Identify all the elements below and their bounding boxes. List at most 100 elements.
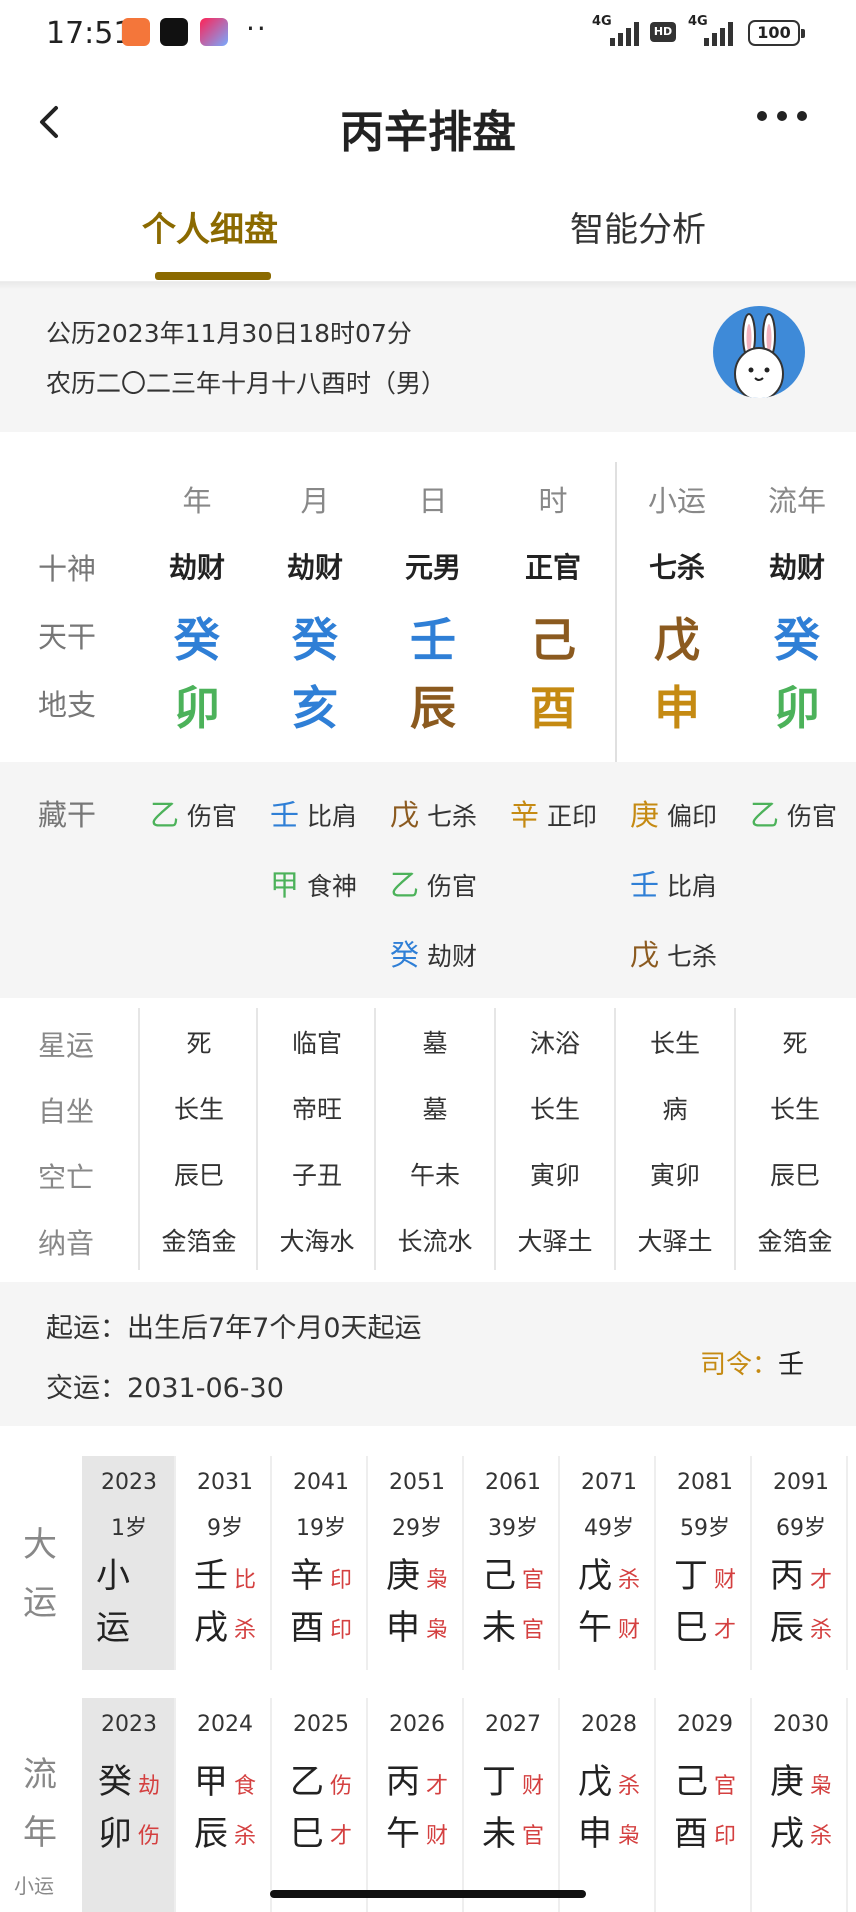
row-label-canggan: 藏干	[38, 798, 97, 832]
header-day: 日	[418, 484, 448, 518]
detail-value: 墓	[422, 1029, 448, 1058]
rabbit-avatar-icon[interactable]	[713, 306, 805, 398]
tiangan-year: 癸	[174, 613, 220, 667]
hidden-god: 七杀	[427, 802, 478, 831]
hidden-god: 伤官	[427, 872, 478, 901]
dayun-year: 2061	[485, 1470, 541, 1495]
hidden-stem-item: 乙伤官	[390, 862, 477, 904]
qiyun-start: 起运：出生后7年7个月0天起运	[46, 1313, 422, 1344]
hidden-stem: 癸	[390, 938, 420, 972]
signal-icon-2	[704, 20, 733, 46]
liunian-zhi-god: 财	[426, 1824, 449, 1849]
dayun-cell[interactable]: 2061 39岁己官未官	[466, 1456, 560, 1672]
dayun-zhi: 辰	[770, 1608, 804, 1648]
dayun-zhi: 申	[386, 1608, 420, 1648]
home-indicator[interactable]	[270, 1890, 586, 1898]
tab-personal-chart[interactable]: 个人细盘	[142, 202, 278, 251]
liunian-cell[interactable]: 2028 戊杀申枭	[562, 1698, 656, 1912]
dayun-cell[interactable]: 2031 9岁壬比戌杀	[178, 1456, 272, 1672]
detail-value: 沐浴	[529, 1029, 580, 1058]
dayun-cell[interactable]: 2071 49岁戊杀午财	[562, 1456, 656, 1672]
liunian-cell[interactable]: 2027 丁财未官	[466, 1698, 560, 1912]
liunian-zhi-god: 杀	[810, 1824, 833, 1849]
tiangan-liunian: 癸	[774, 613, 820, 667]
hidden-stem: 乙	[750, 798, 780, 832]
dayun-zhi-god: 印	[330, 1618, 353, 1643]
hidden-god: 伤官	[787, 802, 838, 831]
dayun-cell[interactable]: 2081 59岁丁财巳才	[658, 1456, 752, 1672]
tab-bar: 个人细盘 智能分析	[0, 190, 856, 282]
dayun-year: 2081	[677, 1470, 733, 1495]
liunian-year: 2026	[389, 1712, 445, 1737]
detail-value: 子丑	[291, 1161, 342, 1190]
liunian-cell[interactable]: 2029 己官酉印	[658, 1698, 752, 1912]
dayun-gan-god: 杀	[618, 1568, 641, 1593]
liunian-zhi: 未	[482, 1814, 516, 1854]
liunian-gan-god: 杀	[618, 1774, 641, 1799]
more-notifications-icon: ··	[246, 12, 268, 45]
liunian-cell[interactable]: 2025 乙伤巳才	[274, 1698, 368, 1912]
dayun-gan: 壬	[194, 1556, 228, 1596]
dayun-zhi-god: 官	[522, 1618, 545, 1643]
dayun-gan-god: 财	[714, 1568, 737, 1593]
liunian-gan: 己	[674, 1762, 708, 1802]
liunian-gan-god: 伤	[330, 1774, 353, 1799]
liunian-year: 2023	[101, 1712, 157, 1737]
detail-value: 辰巳	[769, 1161, 820, 1190]
header-xiaoyun: 小运	[647, 484, 706, 518]
liunian-cell[interactable]: 2024 甲食辰杀	[178, 1698, 272, 1912]
detail-value: 长生	[769, 1095, 820, 1124]
header-year: 年	[182, 484, 212, 518]
detail-value: 大驿土	[517, 1227, 593, 1256]
tab-smart-analysis[interactable]: 智能分析	[570, 202, 706, 251]
liunian-cell[interactable]: 2023 癸劫卯伤	[82, 1698, 176, 1912]
hidden-stem: 壬	[630, 868, 660, 902]
battery-icon: 100	[748, 20, 805, 46]
video-app-icon	[200, 18, 228, 46]
hidden-stem: 庚	[630, 798, 660, 832]
dayun-zhi: 午	[578, 1608, 612, 1648]
shishen-month: 劫财	[286, 551, 343, 584]
liunian-cell[interactable]: 2026 丙才午财	[370, 1698, 464, 1912]
liunian-zhi: 卯	[98, 1814, 132, 1854]
hidden-god: 伤官	[187, 802, 238, 831]
liunian-label-2: 年	[23, 1813, 57, 1853]
liunian-label: 流 年	[20, 1746, 60, 1862]
dayun-gan: 己	[482, 1556, 516, 1596]
dayun-gan-god: 才	[810, 1568, 833, 1593]
liunian-cell[interactable]: 2030 庚枭戌杀	[754, 1698, 848, 1912]
detail-value: 死	[186, 1029, 212, 1058]
dayun-cell-xiaoyun[interactable]: 2023 1岁 小 运	[82, 1456, 176, 1672]
hidden-stem: 戊	[630, 938, 660, 972]
hidden-stem: 辛	[510, 798, 540, 832]
nav-bar: 丙辛排盘	[0, 80, 856, 170]
network-4g-label: 4G	[592, 14, 612, 29]
details-column-year: 死 长生 辰巳 金箔金	[138, 1008, 256, 1270]
dizhi-liunian: 卯	[774, 681, 820, 735]
details-column-liunian: 死 长生 辰巳 金箔金	[734, 1008, 852, 1270]
liunian-year: 2024	[197, 1712, 253, 1737]
hidden-stem-item: 庚偏印	[630, 792, 717, 834]
liunian-year: 2028	[581, 1712, 637, 1737]
liunian-year: 2025	[293, 1712, 349, 1737]
dayun-age: 39岁	[488, 1516, 538, 1541]
details-column-hour: 沐浴 长生 寅卯 大驿土	[494, 1008, 612, 1270]
divider	[615, 462, 617, 764]
detail-value: 病	[662, 1095, 688, 1124]
dayun-cell[interactable]: 2091 69岁丙才辰杀	[754, 1456, 848, 1672]
header-month: 月	[300, 484, 330, 518]
dayun-cell[interactable]: 2051 29岁庚枭申枭	[370, 1456, 464, 1672]
liunian-year: 2029	[677, 1712, 733, 1737]
siling-label: 司令：	[700, 1350, 779, 1380]
liunian-gan-god: 枭	[810, 1774, 833, 1799]
divider	[0, 282, 856, 290]
dayun-year: 2031	[197, 1470, 253, 1495]
jiaoyun-date: 交运：2031-06-30	[46, 1373, 284, 1404]
details-column-day: 墓 墓 午未 长流水	[374, 1008, 492, 1270]
shishen-day: 元男	[404, 551, 461, 584]
dayun-cell[interactable]: 2041 19岁辛印酉印	[274, 1456, 368, 1672]
row-label-dizhi: 地支	[38, 688, 97, 722]
hidden-stem: 壬	[270, 798, 300, 832]
liunian-zhi-god: 印	[714, 1824, 737, 1849]
more-dots-icon[interactable]	[756, 108, 808, 124]
